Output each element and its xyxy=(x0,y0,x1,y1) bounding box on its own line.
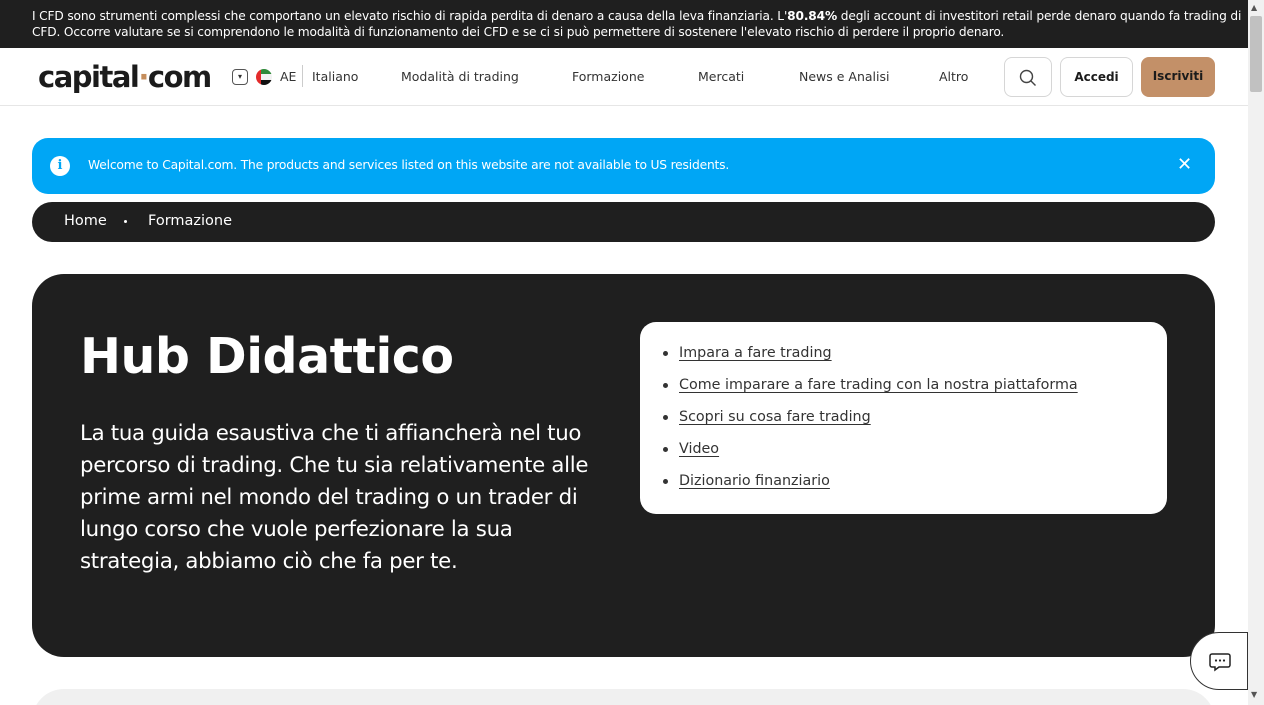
link-videos[interactable]: Video xyxy=(679,441,719,457)
page-scrollbar[interactable]: ▲ ▼ xyxy=(1248,0,1264,705)
quick-links-list: Impara a fare trading Come imparare a fa… xyxy=(663,341,1167,501)
nav-education[interactable]: Formazione xyxy=(572,69,644,84)
breadcrumb: Home Formazione xyxy=(32,202,1215,242)
search-icon xyxy=(1019,69,1036,86)
list-item: Dizionario finanziario xyxy=(663,469,1167,501)
risk-warning-banner: I CFD sono strumenti complessi che compo… xyxy=(0,0,1248,48)
language-selector[interactable]: Italiano xyxy=(312,69,358,84)
hero-description: La tua guida esaustiva che ti affiancher… xyxy=(80,421,589,574)
chevron-down-icon[interactable]: ▾ xyxy=(232,69,248,85)
page-title: Hub Didattico xyxy=(80,328,454,385)
language-divider xyxy=(302,65,303,87)
scrollbar-thumb[interactable] xyxy=(1250,16,1262,92)
logo-dot: · xyxy=(138,60,149,94)
risk-percentage: 80.84% xyxy=(787,9,838,23)
nav-more[interactable]: Altro xyxy=(939,69,968,84)
list-item: Scopri su cosa fare trading xyxy=(663,405,1167,437)
notice-message: Welcome to Capital.com. The products and… xyxy=(88,158,730,172)
link-glossary[interactable]: Dizionario finanziario xyxy=(679,473,830,489)
breadcrumb-current: Formazione xyxy=(148,213,233,229)
list-item: Come imparare a fare trading con la nost… xyxy=(663,373,1167,405)
site-header: capital·com ▾ AE Italiano Modalità di tr… xyxy=(0,48,1248,106)
quick-links-card: Impara a fare trading Come imparare a fa… xyxy=(640,322,1167,514)
list-item: Impara a fare trading xyxy=(663,341,1167,373)
close-icon[interactable]: ✕ xyxy=(1177,155,1192,175)
scroll-up-icon[interactable]: ▲ xyxy=(1251,3,1257,12)
login-button[interactable]: Accedi xyxy=(1060,57,1133,97)
nav-trading-modes[interactable]: Modalità di trading xyxy=(401,69,519,84)
chat-button[interactable] xyxy=(1190,632,1248,690)
scroll-down-icon[interactable]: ▼ xyxy=(1251,690,1257,699)
logo[interactable]: capital·com xyxy=(38,60,212,94)
nav-news-analysis[interactable]: News e Analisi xyxy=(799,69,889,84)
list-item: Video xyxy=(663,437,1167,469)
breadcrumb-home[interactable]: Home xyxy=(64,213,107,229)
risk-text-start: I CFD sono strumenti complessi che compo… xyxy=(32,9,788,23)
us-residents-notice: i Welcome to Capital.com. The products a… xyxy=(32,138,1215,194)
next-section-card xyxy=(32,689,1215,705)
signup-button[interactable]: Iscriviti xyxy=(1141,57,1215,97)
link-learn-platform[interactable]: Come imparare a fare trading con la nost… xyxy=(679,377,1078,393)
breadcrumb-separator xyxy=(124,220,127,223)
hero-section: Hub Didattico La tua guida esaustiva che… xyxy=(32,274,1215,657)
link-discover-markets[interactable]: Scopri su cosa fare trading xyxy=(679,409,871,425)
logo-text-left: capital xyxy=(38,60,140,94)
link-learn-trading[interactable]: Impara a fare trading xyxy=(679,345,832,361)
info-icon: i xyxy=(50,156,70,176)
search-button[interactable] xyxy=(1004,57,1052,97)
region-code[interactable]: AE xyxy=(280,69,296,84)
logo-text-right: com xyxy=(147,60,212,94)
nav-markets[interactable]: Mercati xyxy=(698,69,744,84)
chat-icon xyxy=(1209,653,1231,672)
uae-flag-icon xyxy=(256,69,272,85)
